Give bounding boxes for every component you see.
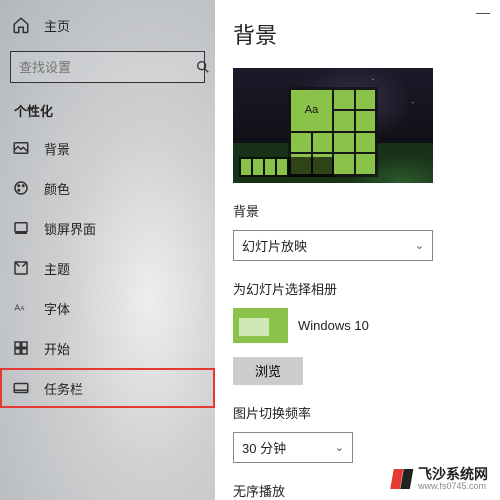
sidebar-item-background[interactable]: 背景 — [0, 128, 215, 168]
chevron-down-icon: ⌄ — [335, 441, 344, 454]
svg-text:A: A — [14, 303, 20, 313]
window-controls: — — [476, 4, 490, 20]
search-input[interactable] — [19, 60, 195, 75]
page-title: 背景 — [233, 18, 488, 50]
search-icon — [195, 59, 211, 75]
minimize-button[interactable]: — — [476, 4, 490, 20]
sidebar-item-taskbar[interactable]: 任务栏 — [0, 368, 215, 408]
sidebar-item-label: 背景 — [44, 139, 70, 158]
sidebar-item-label: 锁屏界面 — [44, 219, 96, 238]
select-value: 30 分钟 — [242, 438, 286, 457]
watermark-logo-icon — [390, 469, 414, 489]
home-nav[interactable]: 主页 — [0, 5, 215, 45]
sidebar-item-themes[interactable]: 主题 — [0, 248, 215, 288]
album-label: 为幻灯片选择相册 — [233, 279, 488, 298]
album-row[interactable]: Windows 10 — [233, 308, 488, 343]
sidebar-item-start[interactable]: 开始 — [0, 328, 215, 368]
preview-tile-text: Aa — [291, 90, 332, 131]
sidebar-item-label: 颜色 — [44, 179, 70, 198]
picture-icon — [12, 139, 30, 157]
sidebar-item-lockscreen[interactable]: 锁屏界面 — [0, 208, 215, 248]
themes-icon — [12, 259, 30, 277]
lockscreen-icon — [12, 219, 30, 237]
sidebar: 主页 个性化 背景 颜色 锁屏界面 — [0, 0, 215, 500]
interval-label: 图片切换频率 — [233, 403, 488, 422]
chevron-down-icon: ⌄ — [415, 239, 424, 252]
sidebar-item-fonts[interactable]: AA 字体 — [0, 288, 215, 328]
home-label: 主页 — [44, 16, 70, 35]
album-name: Windows 10 — [298, 318, 369, 333]
sidebar-item-colors[interactable]: 颜色 — [0, 168, 215, 208]
watermark-title: 飞沙系统网 — [418, 467, 488, 482]
background-label: 背景 — [233, 201, 488, 220]
desktop-preview: Aa — [233, 68, 433, 183]
fonts-icon: AA — [12, 299, 30, 317]
background-type-select[interactable]: 幻灯片放映 ⌄ — [233, 230, 433, 261]
taskbar-icon — [12, 379, 30, 397]
start-icon — [12, 339, 30, 357]
browse-button[interactable]: 浏览 — [233, 357, 303, 386]
sidebar-item-label: 主题 — [44, 259, 70, 278]
select-value: 幻灯片放映 — [242, 236, 307, 255]
search-input-wrap[interactable] — [10, 51, 205, 83]
sidebar-item-label: 开始 — [44, 339, 70, 358]
album-thumbnail — [233, 308, 288, 343]
sidebar-item-label: 任务栏 — [44, 379, 83, 398]
home-icon — [12, 16, 30, 34]
watermark-url: www.fs0745.com — [418, 482, 488, 492]
main-panel: — 背景 Aa 背景 幻灯片放映 ⌄ 为幻灯片选择相册 Windows 10 浏 — [215, 0, 500, 500]
palette-icon — [12, 179, 30, 197]
section-title: 个性化 — [0, 91, 215, 128]
watermark: 飞沙系统网 www.fs0745.com — [388, 465, 492, 494]
sidebar-item-label: 字体 — [44, 299, 70, 318]
interval-select[interactable]: 30 分钟 ⌄ — [233, 432, 353, 463]
svg-text:A: A — [20, 307, 24, 313]
